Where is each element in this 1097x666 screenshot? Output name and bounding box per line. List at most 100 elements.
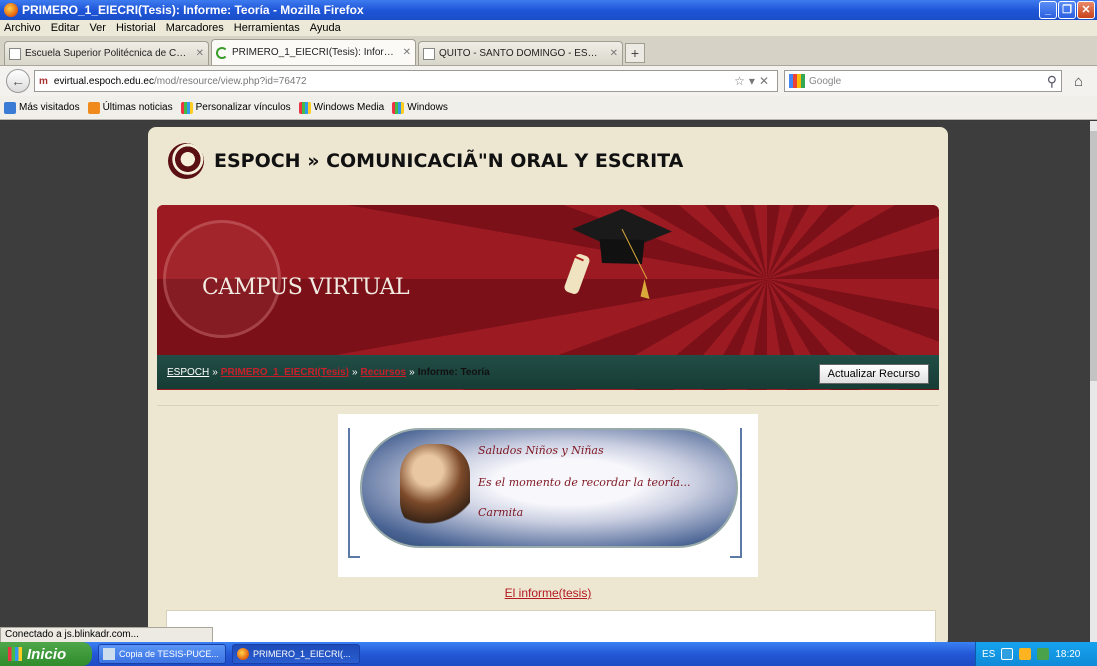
bookmark-personalizar[interactable]: Personalizar vínculos xyxy=(180,101,291,114)
start-label: Inicio xyxy=(27,645,67,663)
firefox-icon xyxy=(4,3,18,17)
breadcrumb-separator: » xyxy=(212,366,218,378)
bookmark-label: Windows Media xyxy=(313,102,385,113)
document-frame xyxy=(166,610,936,642)
greeting-line-2: Es el momento de recordar la teoría... xyxy=(478,476,691,489)
home-icon[interactable]: ⌂ xyxy=(1074,73,1083,90)
window-controls: _ ❐ ✕ xyxy=(1039,1,1095,19)
taskbar-item-firefox[interactable]: PRIMERO_1_EIECRI(... xyxy=(232,644,360,664)
back-button[interactable]: ← xyxy=(6,69,30,93)
minimize-button[interactable]: _ xyxy=(1039,1,1057,19)
page-icon xyxy=(423,47,435,60)
greeting-line-1: Saludos Niños y Niñas xyxy=(478,444,604,457)
bookmark-label: Últimas noticias xyxy=(102,102,173,113)
menu-ayuda[interactable]: Ayuda xyxy=(310,22,341,34)
language-indicator[interactable]: ES xyxy=(982,649,995,660)
resource-content: Saludos Niños y Niñas Es el momento de r… xyxy=(157,405,939,642)
windows-logo-icon xyxy=(8,647,22,661)
tab-label: QUITO - SANTO DOMINGO - ESMERALDA... xyxy=(439,48,606,59)
tab-close-icon[interactable]: ✕ xyxy=(403,47,411,58)
navigation-bar: ← m evirtual.espoch.edu.ec /mod/resource… xyxy=(0,66,1097,96)
breadcrumb-separator: » xyxy=(351,366,358,378)
restore-button[interactable]: ❐ xyxy=(1058,1,1076,19)
firefox-icon xyxy=(237,648,249,660)
window-titlebar: PRIMERO_1_EIECRI(Tesis): Informe: Teoría… xyxy=(0,0,1097,20)
new-tab-button[interactable]: + xyxy=(625,43,645,63)
menu-bar: Archivo Editar Ver Historial Marcadores … xyxy=(0,20,1097,36)
menu-archivo[interactable]: Archivo xyxy=(4,22,41,34)
tray-app-icon[interactable] xyxy=(1001,648,1014,660)
close-button[interactable]: ✕ xyxy=(1077,1,1095,19)
tray-app-icon[interactable] xyxy=(1019,648,1032,660)
children-photo xyxy=(400,444,470,532)
windows-icon xyxy=(298,101,311,114)
bookmark-ultimas-noticias[interactable]: Últimas noticias xyxy=(87,101,173,114)
bookmark-icon xyxy=(4,101,16,114)
system-tray: ES 18:20 xyxy=(975,642,1097,666)
moodle-page: ESPOCH » COMUNICACIÃ"N ORAL Y ESCRITA CA… xyxy=(148,127,948,642)
document-link[interactable]: El informe(tesis) xyxy=(157,586,939,600)
menu-ver[interactable]: Ver xyxy=(89,22,106,34)
search-icon[interactable]: ⚲ xyxy=(1047,73,1057,90)
menu-marcadores[interactable]: Marcadores xyxy=(166,22,224,34)
bookmark-mas-visitados[interactable]: Más visitados xyxy=(4,101,80,114)
document-icon xyxy=(103,648,115,660)
url-path: /mod/resource/view.php?id=76472 xyxy=(153,75,307,87)
bookmark-label: Personalizar vínculos xyxy=(195,102,291,113)
windows-icon xyxy=(392,101,405,114)
menu-historial[interactable]: Historial xyxy=(116,22,156,34)
address-bar[interactable]: m evirtual.espoch.edu.ec /mod/resource/v… xyxy=(34,70,778,92)
breadcrumb-resources-link[interactable]: Recursos xyxy=(361,367,407,378)
rss-icon xyxy=(87,101,100,114)
page-viewport: ESPOCH » COMUNICACIÃ"N ORAL Y ESCRITA CA… xyxy=(0,121,1090,642)
bookmarks-bar: Más visitados Últimas noticias Personali… xyxy=(0,96,1097,120)
scrollbar-thumb[interactable] xyxy=(1090,131,1097,381)
espoch-logo-icon xyxy=(168,143,204,179)
update-resource-button[interactable]: Actualizar Recurso xyxy=(818,364,929,384)
breadcrumb-bar: ESPOCH » PRIMERO_1_EIECRI(Tesis) » Recur… xyxy=(157,355,939,389)
url-host: evirtual.espoch.edu.ec xyxy=(53,75,154,87)
tab-close-icon[interactable]: ✕ xyxy=(610,48,618,59)
greeting-line-3: Carmita xyxy=(478,506,524,519)
tray-app-icon[interactable] xyxy=(1037,648,1050,660)
taskbar-item-word[interactable]: Copia de TESIS-PUCE... xyxy=(98,644,226,664)
site-title: ESPOCH » COMUNICACIÃ"N ORAL Y ESCRITA xyxy=(214,150,684,172)
breadcrumb-separator: » xyxy=(409,366,415,378)
tab-quito[interactable]: QUITO - SANTO DOMINGO - ESMERALDA... ✕ xyxy=(418,41,623,65)
search-placeholder: Google xyxy=(809,75,842,87)
start-button[interactable]: Inicio xyxy=(0,642,92,666)
graduation-cap-icon xyxy=(564,209,672,299)
greeting-image: Saludos Niños y Niñas Es el momento de r… xyxy=(338,414,758,577)
search-bar[interactable]: Google ⚲ xyxy=(784,70,1062,92)
tab-espoch[interactable]: Escuela Superior Politécnica de Chimbora… xyxy=(4,41,209,65)
windows-icon xyxy=(180,101,193,114)
google-icon[interactable] xyxy=(789,74,805,88)
window-title: PRIMERO_1_EIECRI(Tesis): Informe: Teoría… xyxy=(22,3,364,17)
tab-primero[interactable]: PRIMERO_1_EIECRI(Tesis): Informe: Te... … xyxy=(211,39,416,65)
clock[interactable]: 18:20 xyxy=(1055,649,1080,660)
breadcrumb-course-link[interactable]: PRIMERO_1_EIECRI(Tesis) xyxy=(221,367,349,378)
page-icon xyxy=(9,47,21,60)
bookmark-label: Más visitados xyxy=(19,102,80,113)
url-tools-icons[interactable]: ☆▾✕ xyxy=(734,74,773,88)
status-bar: Conectado a js.blinkadr.com... xyxy=(0,627,213,643)
site-header: ESPOCH » COMUNICACIÃ"N ORAL Y ESCRITA xyxy=(168,143,683,179)
frame-bracket-left xyxy=(348,428,360,558)
breadcrumb-home-link[interactable]: ESPOCH xyxy=(167,367,209,378)
bookmark-windows-media[interactable]: Windows Media xyxy=(298,101,385,114)
menu-herramientas[interactable]: Herramientas xyxy=(234,22,300,34)
vertical-scrollbar[interactable] xyxy=(1090,121,1097,642)
banner-text: CAMPUS VIRTUAL xyxy=(202,275,410,300)
loading-icon xyxy=(216,46,228,59)
tab-label: Escuela Superior Politécnica de Chimbora… xyxy=(25,48,192,59)
breadcrumb-current: Informe: Teoría xyxy=(417,366,490,378)
tab-close-icon[interactable]: ✕ xyxy=(196,48,204,59)
bookmark-label: Windows xyxy=(407,102,448,113)
tab-label: PRIMERO_1_EIECRI(Tesis): Informe: Te... xyxy=(232,47,399,58)
taskbar-item-label: PRIMERO_1_EIECRI(... xyxy=(253,649,351,659)
site-identity-icon[interactable]: m xyxy=(39,76,48,87)
menu-editar[interactable]: Editar xyxy=(51,22,80,34)
bookmark-windows[interactable]: Windows xyxy=(392,101,448,114)
windows-taskbar: Inicio Copia de TESIS-PUCE... PRIMERO_1_… xyxy=(0,642,1097,666)
tab-bar: Escuela Superior Politécnica de Chimbora… xyxy=(0,36,1097,66)
